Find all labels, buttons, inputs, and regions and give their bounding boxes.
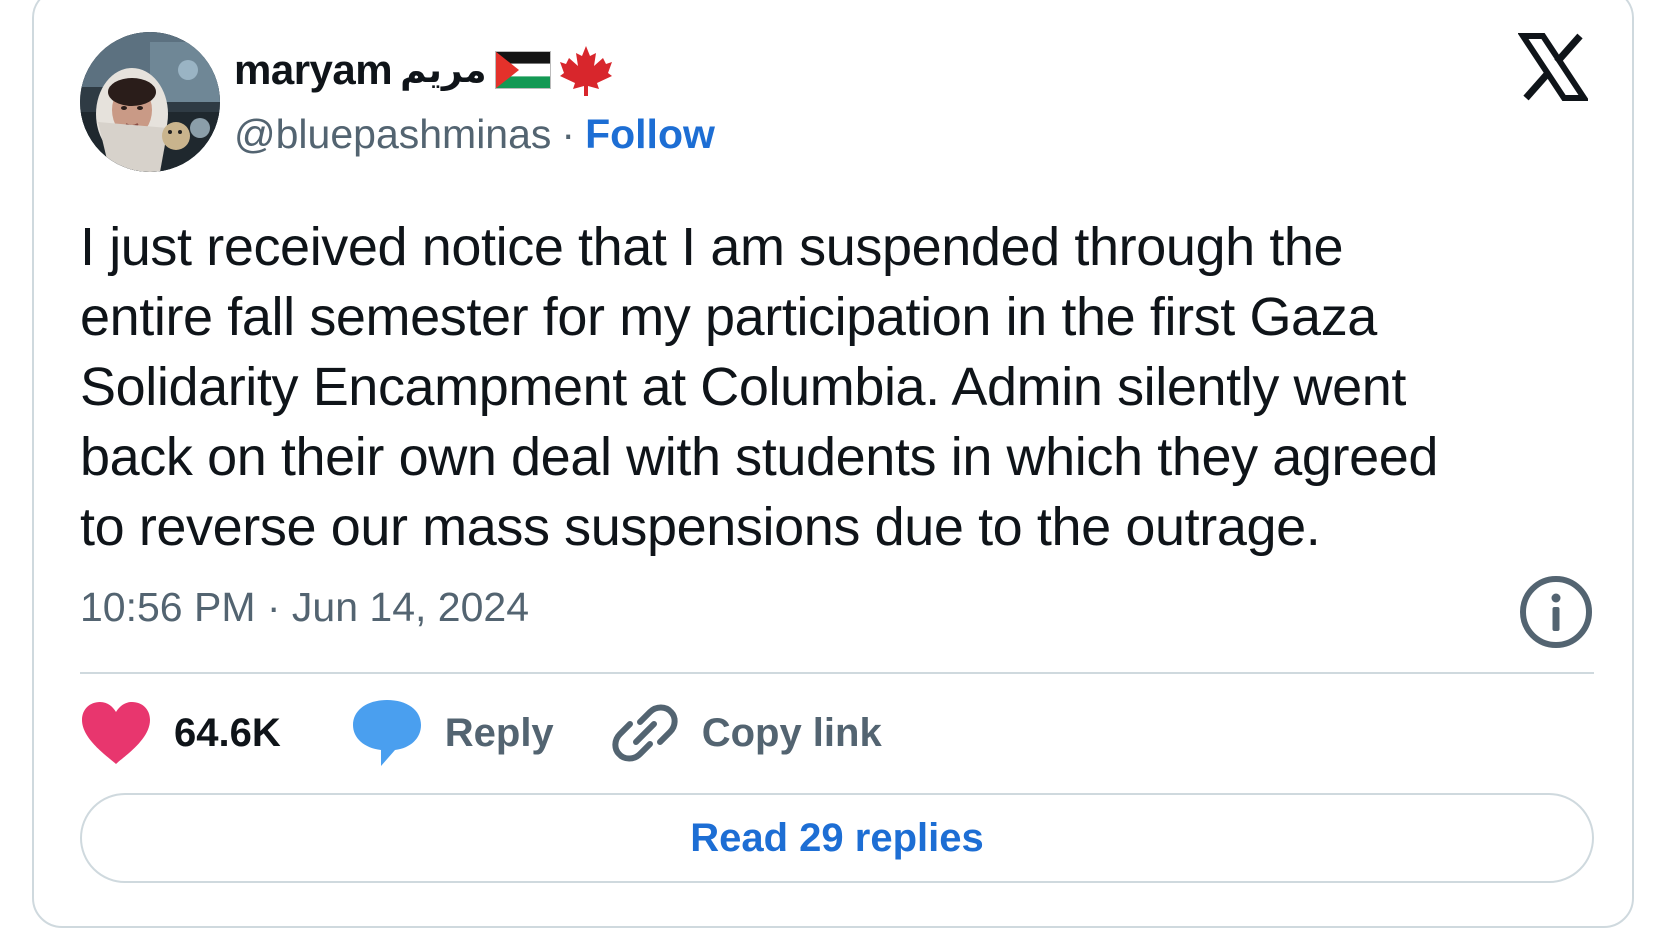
- info-icon[interactable]: [1518, 574, 1594, 650]
- arabic-name[interactable]: مريم: [400, 50, 486, 91]
- x-logo-icon[interactable]: [1518, 32, 1588, 102]
- tweet-timestamp[interactable]: 10:56 PM · Jun 14, 2024: [80, 584, 529, 631]
- display-name[interactable]: maryam: [234, 46, 393, 94]
- like-count: 64.6K: [174, 710, 281, 755]
- avatar[interactable]: [80, 32, 220, 172]
- read-replies-button[interactable]: Read 29 replies: [80, 793, 1594, 883]
- speech-bubble-icon: [352, 700, 421, 766]
- author-name-row: maryam مريم: [234, 40, 613, 100]
- tweet-body: I just received notice that I am suspend…: [80, 217, 1439, 557]
- avatar-image: [80, 32, 220, 172]
- reply-button[interactable]: Reply: [351, 698, 610, 768]
- handle-row: @bluepashminas · Follow: [234, 106, 715, 162]
- action-bar: 64.6K Reply Copy link: [80, 695, 882, 771]
- follow-button[interactable]: Follow: [585, 111, 715, 158]
- heart-icon: [82, 702, 150, 764]
- like-button[interactable]: 64.6K: [80, 700, 351, 766]
- copy-link-label: Copy link: [701, 710, 882, 755]
- reply-label: Reply: [444, 710, 554, 755]
- copy-link-button[interactable]: Copy link: [610, 698, 882, 768]
- user-handle[interactable]: @bluepashminas: [234, 111, 551, 158]
- maple-leaf-icon: [559, 46, 612, 96]
- divider: [80, 672, 1594, 674]
- link-icon: [612, 704, 678, 762]
- palestine-flag-icon: [494, 51, 551, 89]
- separator-dot: ·: [561, 110, 576, 157]
